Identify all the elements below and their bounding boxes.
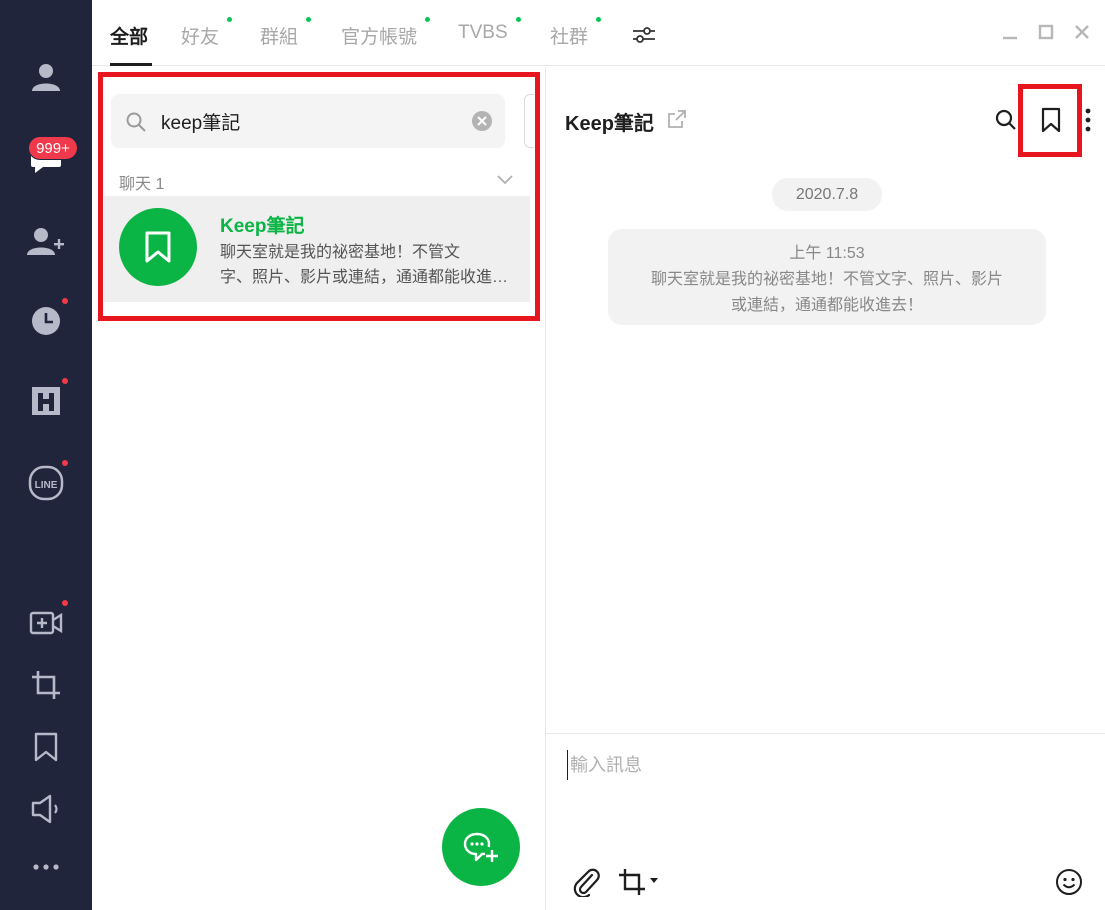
close-window-icon[interactable]	[1072, 22, 1092, 42]
chat-title: Keep筆記	[565, 113, 654, 135]
search-highlight-box	[98, 72, 540, 321]
maximize-icon[interactable]	[1036, 22, 1056, 42]
message-body: 聊天室就是我的祕密基地！不管文字、照片、影片 或連結，通通都能收進去！	[622, 267, 1032, 319]
video-notification-dot	[62, 600, 68, 606]
tab-tvbs[interactable]: TVBS	[458, 22, 508, 44]
tab-friends-dot	[227, 17, 232, 22]
filter-sliders-icon[interactable]	[630, 24, 658, 46]
caret-down-icon[interactable]	[649, 876, 659, 886]
tab-community-dot	[596, 17, 601, 22]
history-icon[interactable]	[0, 296, 92, 346]
more-icon[interactable]	[0, 842, 92, 892]
more-options-icon[interactable]	[1084, 106, 1092, 134]
tab-official-dot	[425, 17, 430, 22]
video-call-icon[interactable]	[0, 598, 92, 648]
line-icon[interactable]: LINE	[0, 458, 92, 508]
new-chat-icon	[463, 832, 498, 862]
hub-icon[interactable]	[0, 376, 92, 426]
tab-community[interactable]: 社群	[550, 22, 588, 49]
tab-all[interactable]: 全部	[110, 22, 148, 49]
message-line: 聊天室就是我的祕密基地！不管文字、照片、影片	[650, 271, 1003, 288]
unread-badge: 999+	[28, 136, 78, 160]
message-input[interactable]	[567, 750, 1067, 780]
tab-tvbs-dot	[516, 17, 521, 22]
external-link-icon[interactable]	[666, 108, 688, 130]
active-tab-indicator	[110, 63, 152, 66]
chat-search-icon[interactable]	[994, 108, 1018, 132]
attachment-icon[interactable]	[570, 866, 602, 898]
message-line: 或連結，通通都能收進去！	[730, 297, 923, 314]
add-friend-icon[interactable]	[0, 216, 92, 266]
message-time: 上午 11:53	[789, 245, 865, 262]
history-notification-dot	[62, 298, 68, 304]
tab-bar	[92, 0, 1105, 66]
emoji-icon[interactable]	[1053, 866, 1085, 898]
hub-notification-dot	[62, 378, 68, 384]
announcement-icon[interactable]	[0, 784, 92, 834]
date-separator: 2020.7.8	[772, 178, 882, 211]
system-message-card: 上午 11:53 聊天室就是我的祕密基地！不管文字、照片、影片 或連結，通通都能…	[608, 229, 1046, 325]
profile-icon[interactable]	[0, 52, 92, 102]
crop-screenshot-icon[interactable]	[616, 866, 648, 898]
keep-button-highlight-box	[1018, 84, 1082, 157]
tab-groups-dot	[306, 17, 311, 22]
keep-icon[interactable]	[0, 722, 92, 772]
minimize-icon[interactable]	[1000, 22, 1020, 42]
screenshot-icon[interactable]	[0, 660, 92, 710]
nav-rail: 999+ LINE	[0, 0, 92, 910]
tab-official-accounts[interactable]: 官方帳號	[341, 22, 417, 49]
svg-text:LINE: LINE	[35, 480, 58, 491]
new-chat-button[interactable]	[442, 808, 520, 886]
line-notification-dot	[62, 460, 68, 466]
tab-friends[interactable]: 好友	[181, 22, 219, 49]
tab-groups[interactable]: 群組	[260, 22, 298, 49]
